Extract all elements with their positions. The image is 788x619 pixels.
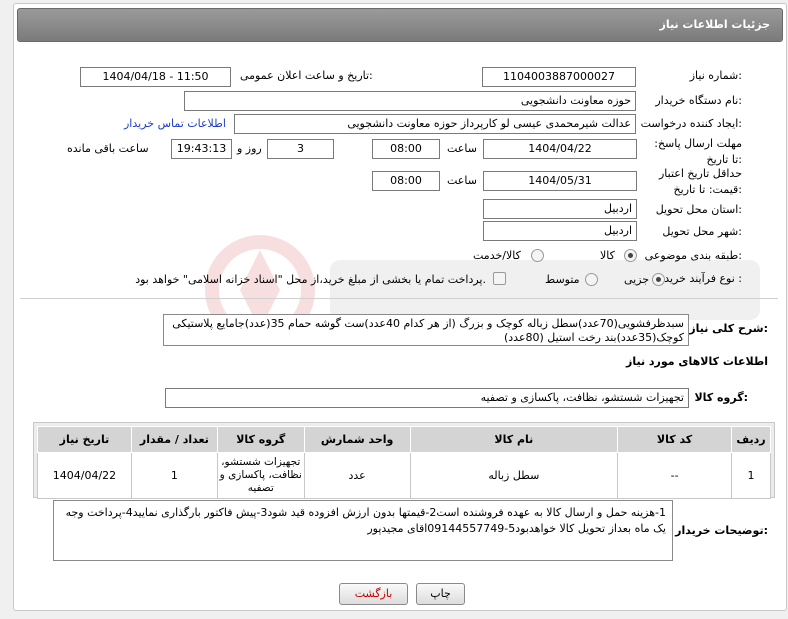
print-button[interactable]: چاپ [416,583,465,605]
province-field: اردبیل [483,199,637,219]
items-table: تاریخ نیاز تعداد / مقدار گروه کالا واحد … [37,426,772,499]
table-row: 1404/04/22 1 تجهیزات شستشو، نظافت، پاکسا… [37,452,772,499]
category-service-radio[interactable] [531,249,544,262]
cell-name: سطل زباله [409,452,619,499]
col-header-code: کد کالا [617,426,732,453]
creator-field: عدالت شیرمحمدی عیسی لو کارپرداز حوزه معا… [234,114,636,134]
col-header-row: ردیف [730,426,772,453]
reply-time-field: 08:00 [372,139,440,159]
table-header-row: تاریخ نیاز تعداد / مقدار گروه کالا واحد … [37,426,772,453]
items-table-wrapper: تاریخ نیاز تعداد / مقدار گروه کالا واحد … [33,422,775,499]
category-goods-label: کالا [600,249,615,262]
category-label: طبقه بندی موضوعی: [644,249,742,262]
process-minor-label: جزیی [624,273,650,286]
goods-info-title: اطلاعات کالاهای مورد نیاز [626,355,768,368]
city-field: اردبیل [483,221,637,241]
validity-time-field: 08:00 [372,171,440,191]
cell-group: تجهیزات شستشو، نظافت، پاکسازی و تصفیه [216,452,305,499]
process-medium-label: متوسط [545,273,580,286]
cell-qty: 1 [130,452,218,499]
reply-date-field: 1404/04/22 [483,139,637,159]
cell-unit: عدد [303,452,411,499]
validity-time-label: ساعت [447,174,477,187]
col-header-qty: تعداد / مقدار [130,426,218,453]
cell-row: 1 [730,452,772,499]
category-service-label: کالا/خدمت [473,249,521,262]
creator-label: ایجاد کننده درخواست: [640,117,742,130]
buyer-contact-link[interactable]: اطلاعات تماس خریدار [124,117,226,130]
col-header-name: نام کالا [409,426,619,453]
description-label: شرح کلی نیاز: [689,322,768,335]
col-header-date: تاریخ نیاز [37,426,132,453]
goods-group-field: تجهیزات شستشو، نظافت، پاکسازی و تصفیه [165,388,689,408]
days-label: روز و [237,142,262,155]
treasury-payment-checkbox[interactable] [493,272,506,285]
reply-time-label: ساعت [447,142,477,155]
buyer-notes-textarea[interactable]: 1-هزینه حمل و ارسال کالا به عهده فروشنده… [53,500,673,561]
reply-deadline-label: مهلت ارسال پاسخ: تا تاریخ: [654,137,742,166]
price-validity-label: حداقل تاریخ اعتبار قیمت: تا تاریخ: [658,167,742,196]
back-button[interactable]: بازگشت [339,583,408,605]
col-header-unit: واحد شمارش [303,426,411,453]
remaining-time-field: 19:43:13 [171,139,232,159]
city-label: شهر محل تحویل: [662,225,742,238]
need-number-label: شماره نیاز: [689,69,742,82]
validity-date-field: 1404/05/31 [483,171,637,191]
buyer-notes-label: توضیحات خریدار: [675,524,768,537]
cell-code: -- [617,452,732,499]
province-label: استان محل تحویل: [655,203,742,216]
announce-field: 1404/04/18 - 11:50 [80,67,231,87]
cell-date: 1404/04/22 [37,452,132,499]
need-number-field: 1104003887000027 [482,67,636,87]
process-minor-radio[interactable] [652,273,665,286]
process-label: نوع فرآیند خرید : [664,272,742,285]
days-field: 3 [267,139,334,159]
buyer-org-label: نام دستگاه خریدار: [655,94,742,107]
process-medium-radio[interactable] [585,273,598,286]
announce-label: تاریخ و ساعت اعلان عمومی: [240,69,373,82]
treasury-payment-note: پرداخت تمام یا بخشی از مبلغ خرید،از محل … [135,273,486,286]
page-header: جزئیات اطلاعات نیاز [17,8,783,42]
buyer-org-field: حوزه معاونت دانشجویی [184,91,636,111]
page-title: جزئیات اطلاعات نیاز [659,18,771,31]
remaining-label: ساعت باقی مانده [67,142,149,155]
col-header-group: گروه کالا [216,426,305,453]
goods-group-label: گروه کالا: [694,391,748,404]
category-goods-radio[interactable] [624,249,637,262]
divider [20,298,778,299]
description-textarea[interactable]: سبدظرفشویی(70عدد)سطل زباله کوچک و بزرگ (… [163,314,689,346]
